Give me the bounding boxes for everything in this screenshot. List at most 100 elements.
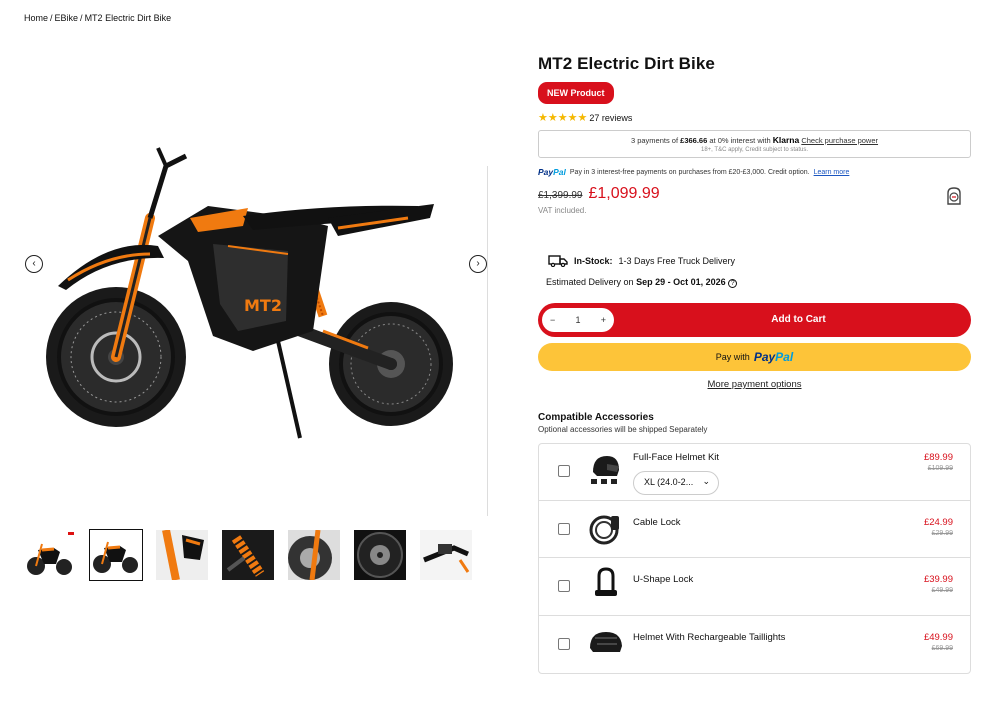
helmet-size-value: XL (24.0-2... — [644, 477, 694, 487]
question-circle-icon[interactable]: ? — [728, 279, 738, 288]
svg-text:MT2: MT2 — [244, 296, 282, 315]
klarna-disclaimer: 18+, T&C apply, Credit subject to status… — [701, 147, 808, 153]
in-stock-label: In-Stock: — [574, 256, 613, 266]
klarna-amount: £366.66 — [680, 136, 708, 145]
add-to-cart-row: − 1 + Add to Cart — [538, 303, 971, 337]
accessory-name: U-Shape Lock — [633, 574, 694, 585]
paypal-logo: PayPal — [538, 167, 566, 177]
gallery-divider — [487, 166, 488, 516]
estimate-prefix: Estimated Delivery on — [546, 277, 634, 287]
gallery-next-button[interactable]: › — [469, 255, 487, 273]
cable-lock-icon — [589, 515, 619, 545]
klarna-banner: 3 payments of £366.66 at 0% interest wit… — [538, 130, 971, 158]
gallery-prev-button[interactable]: ‹ — [25, 255, 43, 273]
wishlist-icon[interactable] — [945, 187, 963, 205]
chevron-down-icon: ⌄ — [702, 476, 710, 486]
thumbnail-2[interactable] — [89, 529, 143, 581]
review-count[interactable]: 27 reviews — [589, 113, 632, 123]
thumbnail-image — [420, 530, 472, 580]
thumbnail-image — [93, 541, 138, 573]
helmet-size-select[interactable]: XL (24.0-2... ⌄ — [633, 471, 719, 495]
paypal-button-logo-b: Pal — [775, 350, 794, 364]
accessory-row: Full-Face Helmet Kit XL (24.0-2... ⌄ £89… — [539, 444, 970, 501]
accessory-sale-price: £49.99 — [923, 632, 953, 643]
product-rating[interactable]: ★★★★★ 27 reviews — [538, 111, 971, 124]
accessory-name: Full-Face Helmet Kit — [633, 452, 720, 463]
thumbnail-image — [288, 530, 340, 580]
paypal-learn-more-link[interactable]: Learn more — [814, 169, 850, 176]
product-info-panel: MT2 Electric Dirt Bike NEW Product ★★★★★… — [538, 54, 971, 674]
accessory-name: Cable Lock — [633, 517, 681, 528]
accessory-price: £89.99 £109.99 — [924, 452, 953, 472]
thumbnail-1[interactable] — [24, 530, 76, 580]
paypal-credit-message: PayPal Pay in 3 interest-free payments o… — [538, 167, 971, 177]
product-gallery: MT2 ‹ › — [24, 38, 488, 516]
accessory-row: Helmet With Rechargeable Taillights £49.… — [539, 616, 970, 673]
accessory-checkbox[interactable] — [558, 523, 570, 535]
delivery-info: In-Stock: 1-3 Days Free Truck Delivery E… — [546, 255, 971, 288]
accessory-checkbox[interactable] — [558, 638, 570, 650]
thumbnail-image — [27, 543, 72, 575]
accessory-name: Helmet With Rechargeable Taillights — [633, 632, 786, 643]
paypal-credit-text: Pay in 3 interest-free payments on purch… — [569, 168, 810, 176]
klarna-prefix: 3 payments of — [630, 136, 679, 145]
chevron-right-icon: › — [476, 258, 480, 269]
thumbnail-image — [156, 530, 208, 580]
accessory-row: Cable Lock £24.99 £29.99 — [539, 501, 970, 558]
klarna-check-link[interactable]: Check purchase power — [801, 136, 878, 145]
paypal-button-logo: PayPal — [754, 350, 793, 364]
klarna-middle-text: at 0% interest with — [709, 136, 771, 145]
chevron-left-icon: ‹ — [32, 258, 36, 269]
truck-icon — [548, 255, 568, 267]
thumbnail-image — [222, 530, 274, 580]
breadcrumb-category[interactable]: EBike — [55, 13, 79, 23]
klarna-message: 3 payments of £366.66 at 0% interest wit… — [539, 135, 970, 145]
thumbnail-image — [354, 530, 406, 580]
accessory-compare-price: £109.99 — [927, 465, 953, 472]
product-title: MT2 Electric Dirt Bike — [538, 54, 715, 73]
thumbnail-badge — [68, 532, 74, 535]
thumbnail-3[interactable] — [156, 530, 208, 580]
accessory-sale-price: £89.99 — [923, 452, 953, 463]
accessory-compare-price: £29.99 — [931, 530, 953, 537]
add-to-cart-button[interactable]: Add to Cart — [538, 314, 971, 325]
accessory-sale-price: £24.99 — [923, 517, 953, 528]
sale-price: £1,099.99 — [588, 185, 660, 202]
breadcrumb-separator: / — [80, 13, 83, 23]
taillight-helmet-icon — [590, 632, 622, 652]
accessory-price: £24.99 £29.99 — [924, 517, 953, 537]
paypal-checkout-button[interactable]: Pay with PayPal — [538, 343, 971, 371]
estimate-dates: Sep 29 - Oct 01, 2026 — [636, 277, 726, 287]
vat-note: VAT included. — [538, 206, 587, 215]
more-payment-options-link[interactable]: More payment options — [538, 379, 971, 390]
thumbnail-7[interactable] — [420, 530, 472, 580]
breadcrumb-home[interactable]: Home — [24, 13, 48, 23]
thumbnail-strip — [24, 529, 472, 581]
paypal-logo-a: Pay — [538, 167, 554, 177]
thumbnail-4[interactable] — [222, 530, 274, 580]
klarna-logo: Klarna — [772, 135, 800, 145]
stock-text: 1-3 Days Free Truck Delivery — [618, 256, 736, 266]
rating-stars-icon: ★★★★★ — [538, 112, 588, 124]
new-product-badge: NEW Product — [538, 82, 614, 104]
estimated-delivery: Estimated Delivery on Sep 29 - Oct 01, 2… — [546, 277, 971, 288]
thumbnail-5[interactable] — [288, 530, 340, 580]
breadcrumb-separator: / — [50, 13, 53, 23]
price-row: £1,399.99 £1,099.99 — [538, 185, 971, 205]
accessory-row: U-Shape Lock £39.99 £49.99 — [539, 558, 970, 616]
paypal-button-logo-a: Pay — [753, 350, 776, 364]
product-main-image[interactable]: MT2 — [38, 126, 478, 446]
thumbnail-6[interactable] — [354, 530, 406, 580]
accessory-price: £39.99 £49.99 — [924, 574, 953, 594]
accessory-price: £49.99 £69.99 — [924, 632, 953, 652]
compare-at-price: £1,399.99 — [538, 190, 583, 201]
accessories-list: Full-Face Helmet Kit XL (24.0-2... ⌄ £89… — [538, 443, 971, 674]
accessory-checkbox[interactable] — [558, 465, 570, 477]
accessories-title: Compatible Accessories — [538, 412, 654, 423]
breadcrumb: Home / EBike / MT2 Electric Dirt Bike — [24, 13, 171, 23]
accessories-subtitle: Optional accessories will be shipped Sep… — [538, 425, 708, 434]
paypal-button-prefix: Pay with — [715, 352, 750, 362]
accessory-checkbox[interactable] — [558, 580, 570, 592]
accessory-sale-price: £39.99 — [923, 574, 953, 585]
helmet-kit-icon — [591, 456, 619, 484]
